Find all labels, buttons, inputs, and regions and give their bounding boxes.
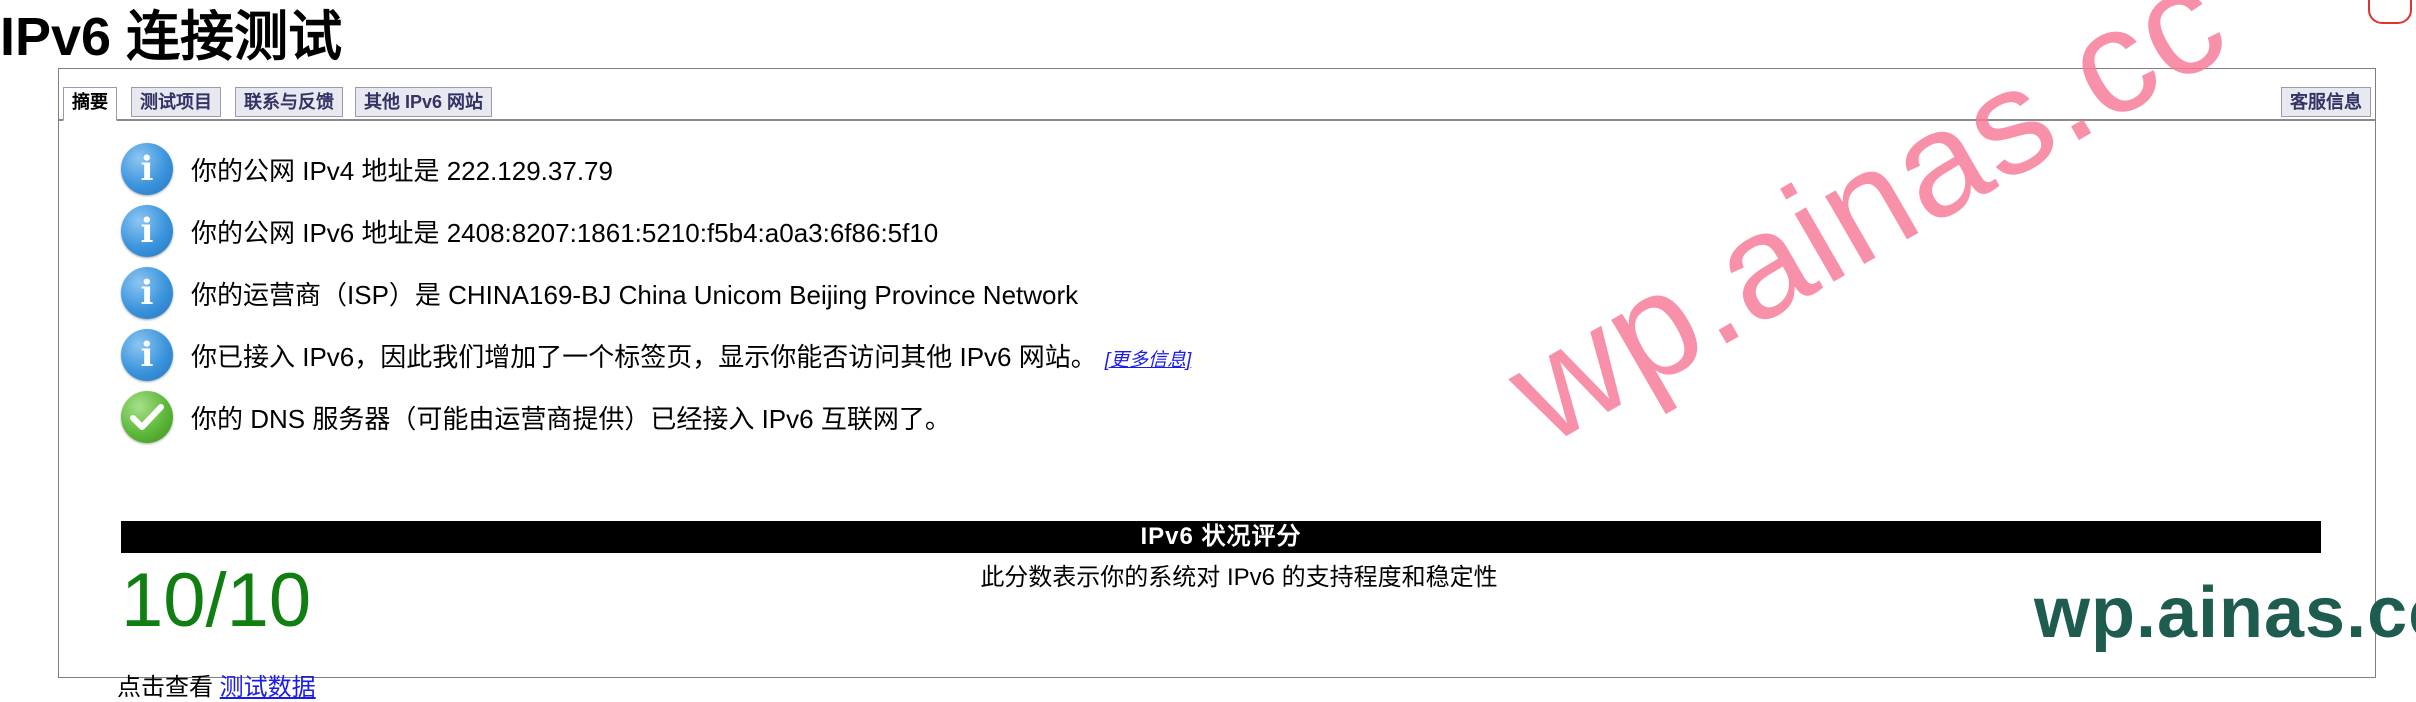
dns-row: 你的 DNS 服务器（可能由运营商提供）已经接入 IPv6 互联网了。 bbox=[121, 389, 951, 445]
score-heading: IPv6 状况评分 bbox=[121, 521, 2321, 553]
info-icon: i bbox=[121, 267, 173, 319]
more-info-link[interactable]: [更多信息] bbox=[1105, 350, 1192, 371]
ipv4-address-row: i 你的公网 IPv4 地址是 222.129.37.79 bbox=[121, 141, 613, 197]
info-icon: i bbox=[121, 205, 173, 257]
isp-text: 你的运营商（ISP）是 CHINA169-BJ China Unicom Bei… bbox=[191, 279, 1079, 310]
page-title: IPv6 连接测试 bbox=[0, 7, 343, 67]
isp-row: i 你的运营商（ISP）是 CHINA169-BJ China Unicom B… bbox=[121, 265, 1078, 321]
summary-content: i 你的公网 IPv4 地址是 222.129.37.79 i 你的公网 IPv… bbox=[59, 123, 2375, 701]
test-data-line: 点击查看 测试数据 bbox=[117, 667, 316, 702]
ipv6-access-row: i 你已接入 IPv6，因此我们增加了一个标签页，显示你能否访问其他 IPv6 … bbox=[121, 327, 1191, 383]
tab-summary[interactable]: 摘要 bbox=[63, 87, 117, 121]
dns-text: 你的 DNS 服务器（可能由运营商提供）已经接入 IPv6 互联网了。 bbox=[191, 403, 951, 434]
ipv6-access-message: 你已接入 IPv6，因此我们增加了一个标签页，显示你能否访问其他 IPv6 网站… bbox=[191, 341, 1097, 372]
tab-bar: 摘要 测试项目 联系与反馈 其他 IPv6 网站 客服信息 bbox=[59, 69, 2375, 121]
tab-contact-feedback[interactable]: 联系与反馈 bbox=[235, 87, 343, 117]
tab-test-items[interactable]: 测试项目 bbox=[131, 87, 221, 117]
test-data-prefix: 点击查看 bbox=[117, 674, 213, 701]
test-data-link[interactable]: 测试数据 bbox=[220, 674, 316, 701]
ipv6-address-text: 你的公网 IPv6 地址是 2408:8207:1861:5210:f5b4:a… bbox=[191, 217, 939, 248]
tab-other-ipv6-sites[interactable]: 其他 IPv6 网站 bbox=[355, 87, 493, 117]
test-panel: 摘要 测试项目 联系与反馈 其他 IPv6 网站 客服信息 i 你的公网 IPv… bbox=[58, 68, 2376, 701]
ipv4-address-text: 你的公网 IPv4 地址是 222.129.37.79 bbox=[191, 155, 613, 186]
info-icon: i bbox=[121, 329, 173, 381]
score-value: 10/10 bbox=[121, 558, 312, 643]
checkmark-icon bbox=[121, 391, 173, 443]
score-description: 此分数表示你的系统对 IPv6 的支持程度和稳定性 bbox=[980, 564, 1498, 591]
info-icon: i bbox=[121, 143, 173, 195]
ipv6-address-row: i 你的公网 IPv6 地址是 2408:8207:1861:5210:f5b4… bbox=[121, 203, 938, 259]
corner-badge-icon bbox=[2368, 0, 2412, 24]
ipv6-access-text: 你已接入 IPv6，因此我们增加了一个标签页，显示你能否访问其他 IPv6 网站… bbox=[191, 337, 1191, 374]
tab-support-info[interactable]: 客服信息 bbox=[2281, 87, 2371, 117]
